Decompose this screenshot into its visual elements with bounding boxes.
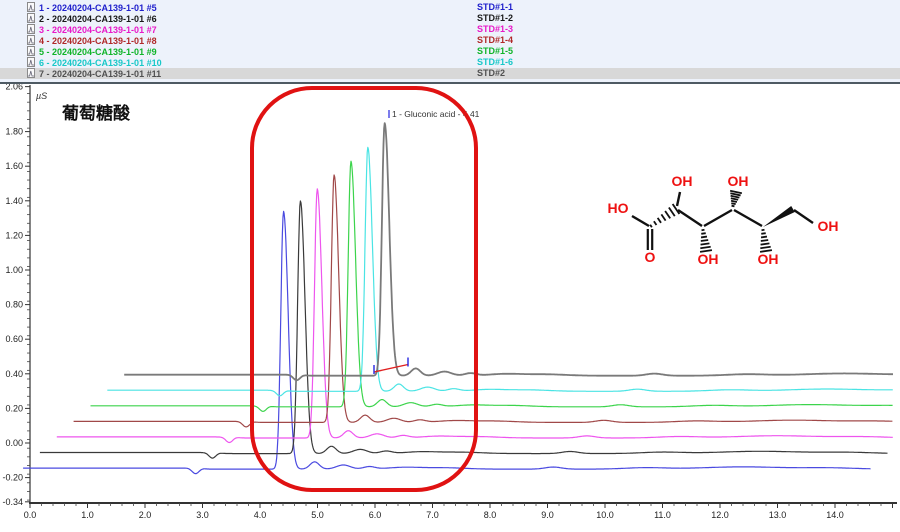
- y-tick-label: 0.80: [5, 300, 23, 310]
- atom-label: OH: [818, 218, 839, 234]
- bond-hash: [731, 203, 735, 204]
- x-tick-label: 3.0: [196, 510, 209, 520]
- atom-label: OH: [672, 173, 693, 189]
- bond-plain: [734, 210, 762, 226]
- bond-hash: [658, 218, 661, 223]
- y-axis-unit-label: µS: [36, 91, 47, 101]
- legend-sample-label: 4 - 20240204-CA139-1-01 #8: [39, 36, 157, 46]
- bond-hash: [731, 201, 737, 202]
- bond-hash: [665, 211, 670, 218]
- bond-hash: [654, 221, 657, 225]
- y-tick-label: 0.60: [5, 334, 23, 344]
- x-tick-label: 9.0: [541, 510, 554, 520]
- trace-STD#1-2: [40, 201, 888, 458]
- x-tick-label: 11.0: [654, 510, 671, 520]
- y-tick-label: -0.20: [2, 473, 23, 483]
- bond-hash: [669, 207, 675, 216]
- x-tick-label: 14.0: [826, 510, 844, 520]
- bond-hash: [761, 233, 765, 234]
- x-tick-label: 2.0: [139, 510, 152, 520]
- legend-sample-label: 6 - 20240204-CA139-1-01 #10: [39, 58, 162, 68]
- legend-sample-label: 7 - 20240204-CA139-1-01 #11: [39, 69, 161, 79]
- y-tick-label: 1.40: [5, 196, 23, 206]
- bond-hash: [701, 240, 708, 241]
- bond-hash: [701, 243, 710, 244]
- bond-hash: [760, 247, 770, 248]
- chromatogram-file-icon: [27, 68, 35, 81]
- legend-sample-label: 2 - 20240204-CA139-1-01 #6: [39, 14, 157, 24]
- legend-std-label: STD#1-1: [477, 2, 513, 13]
- atom-label: OH: [698, 251, 719, 267]
- y-tick-label: 0.00: [5, 438, 23, 448]
- x-tick-label: 5.0: [311, 510, 324, 520]
- y-tick-label: 1.20: [5, 230, 23, 240]
- x-tick-label: 13.0: [769, 510, 787, 520]
- atom-label: OH: [728, 173, 749, 189]
- legend-std-label: STD#1-3: [477, 24, 513, 35]
- bond-hash: [700, 247, 710, 248]
- bond-wedge: [763, 206, 795, 227]
- atom-label: OH: [758, 251, 779, 267]
- legend-row-5[interactable]: 5 - 20240204-CA139-1-01 #9 STD#1-5: [0, 46, 900, 57]
- legend-row-1[interactable]: 1 - 20240204-CA139-1-01 #5 STD#1-1: [0, 2, 900, 13]
- legend-sample-label: 5 - 20240204-CA139-1-01 #9: [39, 47, 157, 57]
- legend-sample-label: 3 - 20240204-CA139-1-01 #7: [39, 25, 157, 35]
- bond-hash: [661, 214, 665, 220]
- bond-plain: [677, 192, 680, 206]
- y-tick-label: 0.20: [5, 403, 23, 413]
- x-tick-label: 10.0: [596, 510, 614, 520]
- bond-hash: [701, 237, 707, 238]
- bond-hash: [731, 196, 740, 198]
- legend-row-2[interactable]: 2 - 20240204-CA139-1-01 #6 STD#1-2: [0, 13, 900, 24]
- legend-plot-divider: [0, 82, 900, 84]
- x-tick-label: 6.0: [369, 510, 382, 520]
- bond-hash: [701, 233, 705, 234]
- y-tick-label: 1.80: [5, 127, 23, 137]
- legend-std-label: STD#1-2: [477, 13, 513, 24]
- trace-STD#1-6: [107, 147, 893, 395]
- legend-std-label: STD#2: [477, 68, 505, 79]
- legend-row-7[interactable]: 7 - 20240204-CA139-1-01 #11 STD#2: [0, 68, 900, 79]
- trace-STD#1-1: [23, 211, 871, 473]
- bond-plain: [704, 210, 732, 226]
- bond-hash: [732, 206, 735, 207]
- bond-hash: [761, 243, 770, 244]
- legend-row-6[interactable]: 6 - 20240204-CA139-1-01 #10 STD#1-6: [0, 57, 900, 68]
- peak-integration-baseline: [374, 365, 408, 373]
- compound-title-cn: 葡萄糖酸: [61, 103, 131, 123]
- bond-hash: [761, 240, 768, 241]
- x-tick-label: 0.0: [24, 510, 37, 520]
- x-tick-label: 12.0: [711, 510, 729, 520]
- legend-row-4[interactable]: 4 - 20240204-CA139-1-01 #8 STD#1-4: [0, 35, 900, 46]
- bond-hash: [761, 237, 767, 238]
- gluconic-acid-structure: HO O OH OH OH OH OH: [608, 173, 839, 267]
- x-tick-label: 4.0: [254, 510, 267, 520]
- bond-plain: [794, 210, 813, 223]
- chromatogram-legend: 1 - 20240204-CA139-1-01 #5 STD#1-1 2 - 20…: [0, 0, 900, 84]
- x-tick-label: 8.0: [484, 510, 497, 520]
- y-tick-label: 1.60: [5, 161, 23, 171]
- atom-label: HO: [608, 200, 629, 216]
- bond-hash: [731, 198, 738, 200]
- bond-plain: [632, 216, 649, 226]
- y-tick-label: 1.00: [5, 265, 23, 275]
- x-tick-label: 1.0: [81, 510, 94, 520]
- chromatography-view: -0.20 0.00 0.20 0.40 0.60 0.80 1.00 1.20 1.40 1.6…: [0, 0, 900, 532]
- legend-std-label: STD#1-6: [477, 57, 513, 68]
- legend-std-label: STD#1-4: [477, 35, 513, 46]
- bond-plain: [678, 210, 702, 226]
- y-extreme-label: -0.34: [2, 497, 23, 507]
- atom-label: O: [645, 249, 656, 265]
- bond-hash: [650, 225, 652, 227]
- legend-sample-label: 1 - 20240204-CA139-1-01 #5: [39, 3, 157, 13]
- legend-row-3[interactable]: 3 - 20240204-CA139-1-01 #7 STD#1-3: [0, 24, 900, 35]
- y-tick-label: 0.40: [5, 369, 23, 379]
- legend-std-label: STD#1-5: [477, 46, 513, 57]
- x-tick-label: 7.0: [426, 510, 439, 520]
